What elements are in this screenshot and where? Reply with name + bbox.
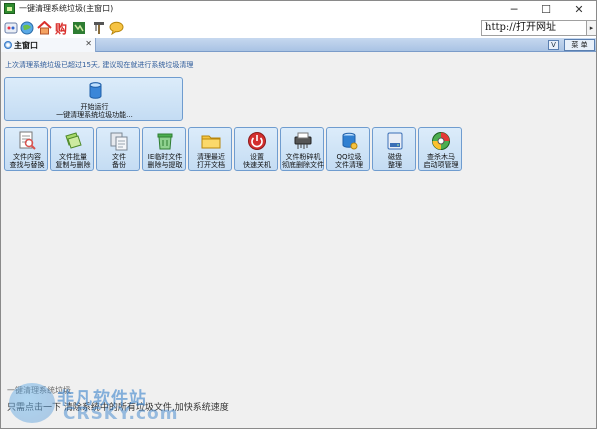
tile-label: 清理最近: [197, 153, 225, 161]
backup-icon: [110, 132, 128, 151]
tile-label: 文件: [112, 153, 126, 161]
cleanup-notice: 上次清理系统垃圾已超过15天, 建议现在就进行系统垃圾清理: [5, 61, 194, 69]
tile-sublabel: 打开文档: [197, 161, 225, 169]
doc-search-icon: [19, 131, 36, 150]
tile-file-shredder[interactable]: 文件粉碎机 彻底删除文件: [280, 127, 324, 171]
tile-recent-docs[interactable]: 清理最近 打开文档: [188, 127, 232, 171]
tab-globe-icon: [4, 41, 12, 49]
shield-icon: [432, 132, 450, 150]
tab-main-window[interactable]: 主窗口 ✕: [1, 38, 96, 52]
chat-icon[interactable]: [108, 20, 124, 36]
minimize-button[interactable]: ─: [499, 1, 529, 18]
shredder-icon: [294, 132, 312, 149]
map-icon[interactable]: [71, 20, 87, 36]
recycle-icon: [157, 133, 173, 150]
tile-label: IE临时文件: [147, 153, 183, 161]
tile-sublabel: 整理: [388, 161, 402, 169]
maximize-button[interactable]: ☐: [531, 1, 561, 18]
tile-file-backup[interactable]: 文件 备份: [96, 127, 140, 171]
toolbar: 购 http://打开网址 ▸: [1, 18, 596, 38]
database-icon: [89, 82, 102, 99]
tab-dropdown-button[interactable]: V: [548, 40, 559, 50]
close-button[interactable]: ✕: [564, 1, 594, 18]
tile-sublabel: 删除与提取: [147, 161, 183, 169]
tile-sublabel: 快速关机: [243, 161, 271, 169]
settings-icon[interactable]: [3, 20, 19, 36]
app-window: 一键清理系统垃圾(主窗口) ─ ☐ ✕ 购 http://打开网址 ▸ 主窗口 …: [0, 0, 597, 429]
tab-strip: 主窗口 ✕ V 菜 单: [1, 38, 596, 52]
tile-label: QQ垃圾: [336, 153, 362, 161]
shop-icon[interactable]: 购: [53, 20, 69, 36]
tab-main-label: 主窗口: [14, 40, 38, 50]
tile-ie-temp-files[interactable]: IE临时文件 删除与提取: [142, 127, 186, 171]
tile-qq-cleanup[interactable]: QQ垃圾 文件清理: [326, 127, 370, 171]
start-sublabel: 一键清理系统垃圾功能...: [56, 111, 133, 119]
go-button[interactable]: ▸: [587, 20, 596, 36]
url-input[interactable]: http://打开网址: [481, 20, 587, 36]
tile-label: 设置: [250, 153, 264, 161]
tile-batch-copy-delete[interactable]: 文件批量 复制与删除: [50, 127, 94, 171]
tip-panel: 一键清理系统垃圾 只需点击一下 清除系统中的所有垃圾文件,加快系统速度 非凡软件…: [1, 377, 596, 428]
copy-icon: [65, 132, 82, 149]
tile-sublabel: 文件清理: [335, 161, 363, 169]
tile-sublabel: 启动项管理: [423, 161, 459, 169]
tile-trojan-startup[interactable]: 查杀木马 启动项管理: [418, 127, 462, 171]
tile-label: 文件批量: [59, 153, 87, 161]
tile-sublabel: 查找与替换: [9, 161, 45, 169]
folder-icon: [201, 135, 221, 149]
globe-icon[interactable]: [19, 20, 35, 36]
qq-icon: [342, 132, 358, 150]
tools-icon[interactable]: [91, 20, 107, 36]
tile-label: 磁盘: [388, 153, 402, 161]
tile-label: 文件内容: [13, 153, 41, 161]
tab-close-icon[interactable]: ✕: [85, 39, 92, 48]
tip-body: 只需点击一下 清除系统中的所有垃圾文件,加快系统速度: [7, 403, 229, 413]
start-cleanup-button[interactable]: 开始运行 一键清理系统垃圾功能...: [4, 77, 183, 121]
tile-sublabel: 复制与删除: [55, 161, 91, 169]
window-title: 一键清理系统垃圾(主窗口): [19, 4, 114, 13]
tile-sublabel: 彻底删除文件: [282, 161, 324, 169]
home-icon[interactable]: [36, 20, 52, 36]
tip-title: 一键清理系统垃圾: [7, 386, 71, 395]
tile-label: 查杀木马: [427, 153, 455, 161]
disk-icon: [387, 132, 403, 150]
tile-sublabel: 备份: [112, 161, 126, 169]
menu-button[interactable]: 菜 单: [564, 39, 595, 51]
title-bar: 一键清理系统垃圾(主窗口) ─ ☐ ✕: [1, 1, 596, 18]
power-icon: [248, 132, 266, 150]
tile-disk-defrag[interactable]: 磁盘 整理: [372, 127, 416, 171]
tile-quick-shutdown[interactable]: 设置 快速关机: [234, 127, 278, 171]
app-logo-icon: [4, 3, 15, 14]
tile-file-content-search[interactable]: 文件内容 查找与替换: [4, 127, 48, 171]
tile-label: 文件粉碎机: [285, 153, 321, 161]
